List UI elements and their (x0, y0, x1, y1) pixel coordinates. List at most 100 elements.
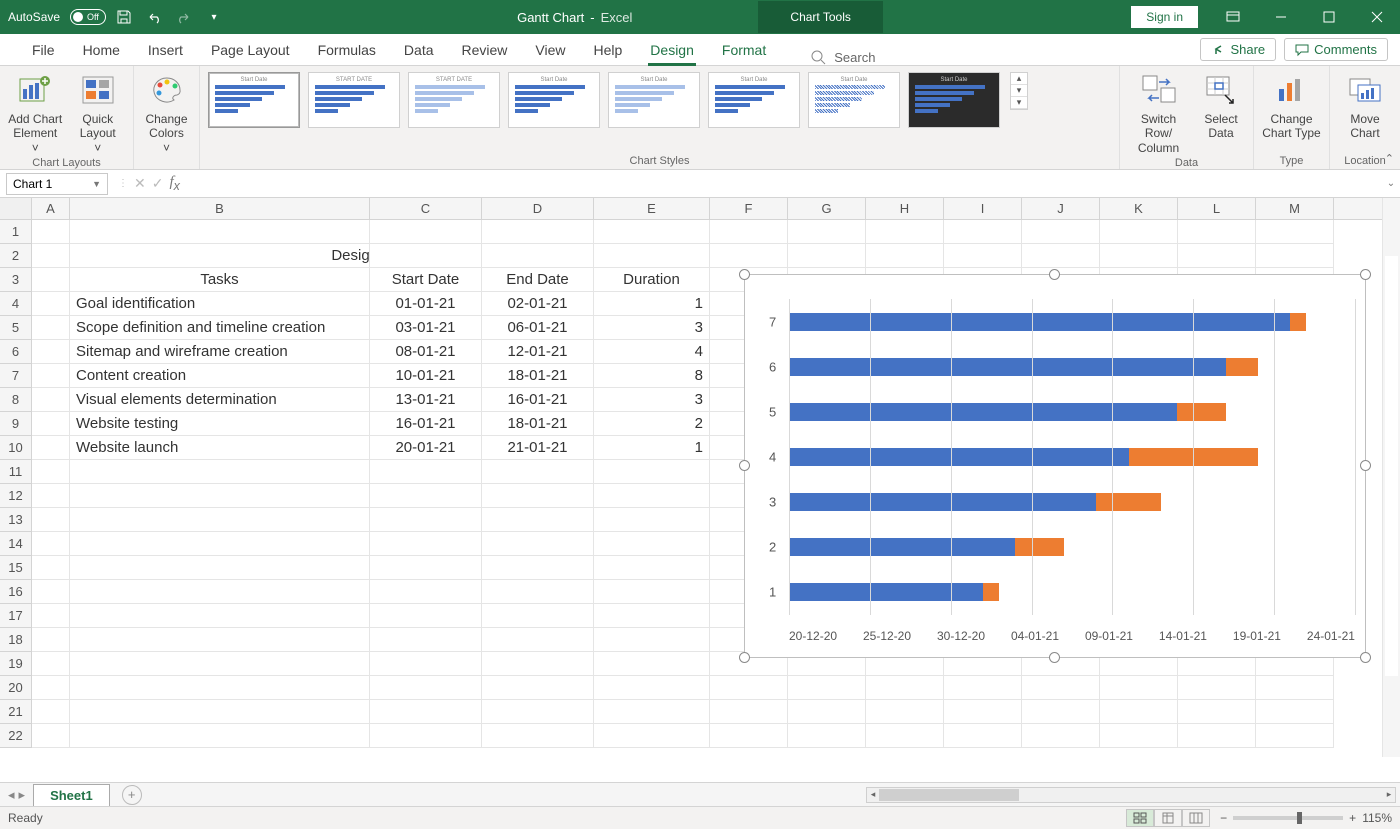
cell[interactable] (594, 532, 710, 556)
col-header[interactable]: A (32, 198, 70, 219)
cell[interactable] (32, 220, 70, 244)
col-header[interactable]: F (710, 198, 788, 219)
cell[interactable] (482, 700, 594, 724)
cell[interactable] (1256, 700, 1334, 724)
cell[interactable] (370, 724, 482, 748)
cell[interactable] (370, 652, 482, 676)
cell[interactable] (482, 556, 594, 580)
chart-style-7[interactable]: Start Date (808, 72, 900, 128)
cell[interactable] (482, 628, 594, 652)
cell[interactable] (70, 580, 370, 604)
cell[interactable]: 08-01-21 (370, 340, 482, 364)
quick-layout-button[interactable]: Quick Layout ˅ (69, 70, 128, 155)
row-header[interactable]: 5 (0, 316, 32, 340)
normal-view-icon[interactable] (1126, 809, 1154, 827)
tab-page-layout[interactable]: Page Layout (197, 36, 304, 65)
cell[interactable]: 3 (594, 316, 710, 340)
cell[interactable] (944, 724, 1022, 748)
row-header[interactable]: 18 (0, 628, 32, 652)
zoom-in-button[interactable]: + (1349, 811, 1356, 825)
cell[interactable] (482, 580, 594, 604)
cell[interactable] (370, 676, 482, 700)
cell[interactable] (70, 484, 370, 508)
cell[interactable] (1022, 220, 1100, 244)
cell[interactable] (70, 220, 370, 244)
chart-bar[interactable] (789, 493, 1355, 511)
cell[interactable] (594, 460, 710, 484)
row-header[interactable]: 9 (0, 412, 32, 436)
chart-styles-gallery[interactable]: Start Date START DATE START DATE Start D… (206, 70, 1113, 153)
cell[interactable] (482, 676, 594, 700)
row-header[interactable]: 4 (0, 292, 32, 316)
cell[interactable] (32, 364, 70, 388)
chart-style-1[interactable]: Start Date (208, 72, 300, 128)
cell[interactable] (370, 556, 482, 580)
cell[interactable] (32, 268, 70, 292)
resize-handle[interactable] (1360, 652, 1371, 663)
zoom-slider[interactable] (1233, 816, 1343, 820)
cell[interactable] (32, 580, 70, 604)
cell[interactable] (594, 628, 710, 652)
cell[interactable] (944, 244, 1022, 268)
col-header[interactable]: B (70, 198, 370, 219)
cell[interactable] (70, 724, 370, 748)
cell[interactable]: 8 (594, 364, 710, 388)
change-colors-button[interactable]: Change Colors ˅ (140, 70, 193, 155)
chart-bar[interactable] (789, 313, 1355, 331)
cell[interactable]: Website launch (70, 436, 370, 460)
sheet-tab-sheet1[interactable]: Sheet1 (33, 784, 110, 806)
cell[interactable] (1100, 220, 1178, 244)
minimize-icon[interactable] (1258, 0, 1304, 34)
page-layout-view-icon[interactable] (1154, 809, 1182, 827)
formula-dropdown-icon[interactable]: ⋮ (118, 178, 128, 189)
resize-handle[interactable] (1049, 269, 1060, 280)
cell[interactable]: 16-01-21 (370, 412, 482, 436)
chart-bar[interactable] (789, 358, 1355, 376)
cell[interactable]: 06-01-21 (482, 316, 594, 340)
cell[interactable] (32, 604, 70, 628)
add-chart-element-button[interactable]: Add Chart Element ˅ (6, 70, 65, 155)
zoom-level[interactable]: 115% (1362, 811, 1392, 825)
cell[interactable] (32, 316, 70, 340)
col-header[interactable]: G (788, 198, 866, 219)
cell[interactable]: Goal identification (70, 292, 370, 316)
chart-styles-scroll[interactable]: ▴▾▾ (1010, 72, 1028, 110)
cell[interactable] (482, 220, 594, 244)
cell[interactable] (482, 460, 594, 484)
cell[interactable] (1100, 244, 1178, 268)
cell[interactable]: 16-01-21 (482, 388, 594, 412)
cell[interactable] (32, 292, 70, 316)
cell[interactable] (482, 724, 594, 748)
cell[interactable] (32, 532, 70, 556)
col-header[interactable]: H (866, 198, 944, 219)
resize-handle[interactable] (739, 652, 750, 663)
cell[interactable] (594, 556, 710, 580)
collapse-ribbon-icon[interactable]: ⌃ (1385, 152, 1394, 165)
cell[interactable] (70, 508, 370, 532)
cell[interactable] (370, 580, 482, 604)
cell[interactable] (370, 244, 482, 268)
cell[interactable] (1100, 676, 1178, 700)
cell[interactable] (1256, 220, 1334, 244)
row-header[interactable]: 17 (0, 604, 32, 628)
cell[interactable] (32, 412, 70, 436)
cell[interactable] (788, 244, 866, 268)
save-icon[interactable] (112, 5, 136, 29)
row-header[interactable]: 21 (0, 700, 32, 724)
cell[interactable]: 18-01-21 (482, 364, 594, 388)
cell[interactable] (482, 532, 594, 556)
tab-view[interactable]: View (521, 36, 579, 65)
cell[interactable] (32, 700, 70, 724)
select-all-corner[interactable] (0, 198, 32, 219)
cell[interactable]: Duration (594, 268, 710, 292)
tab-review[interactable]: Review (448, 36, 522, 65)
cell[interactable] (788, 724, 866, 748)
customize-qat-icon[interactable]: ▾ (202, 5, 226, 29)
resize-handle[interactable] (739, 460, 750, 471)
cell[interactable] (370, 484, 482, 508)
cell[interactable]: Sitemap and wireframe creation (70, 340, 370, 364)
cell[interactable]: End Date (482, 268, 594, 292)
col-header[interactable]: C (370, 198, 482, 219)
cell[interactable]: Start Date (370, 268, 482, 292)
cell[interactable] (710, 724, 788, 748)
